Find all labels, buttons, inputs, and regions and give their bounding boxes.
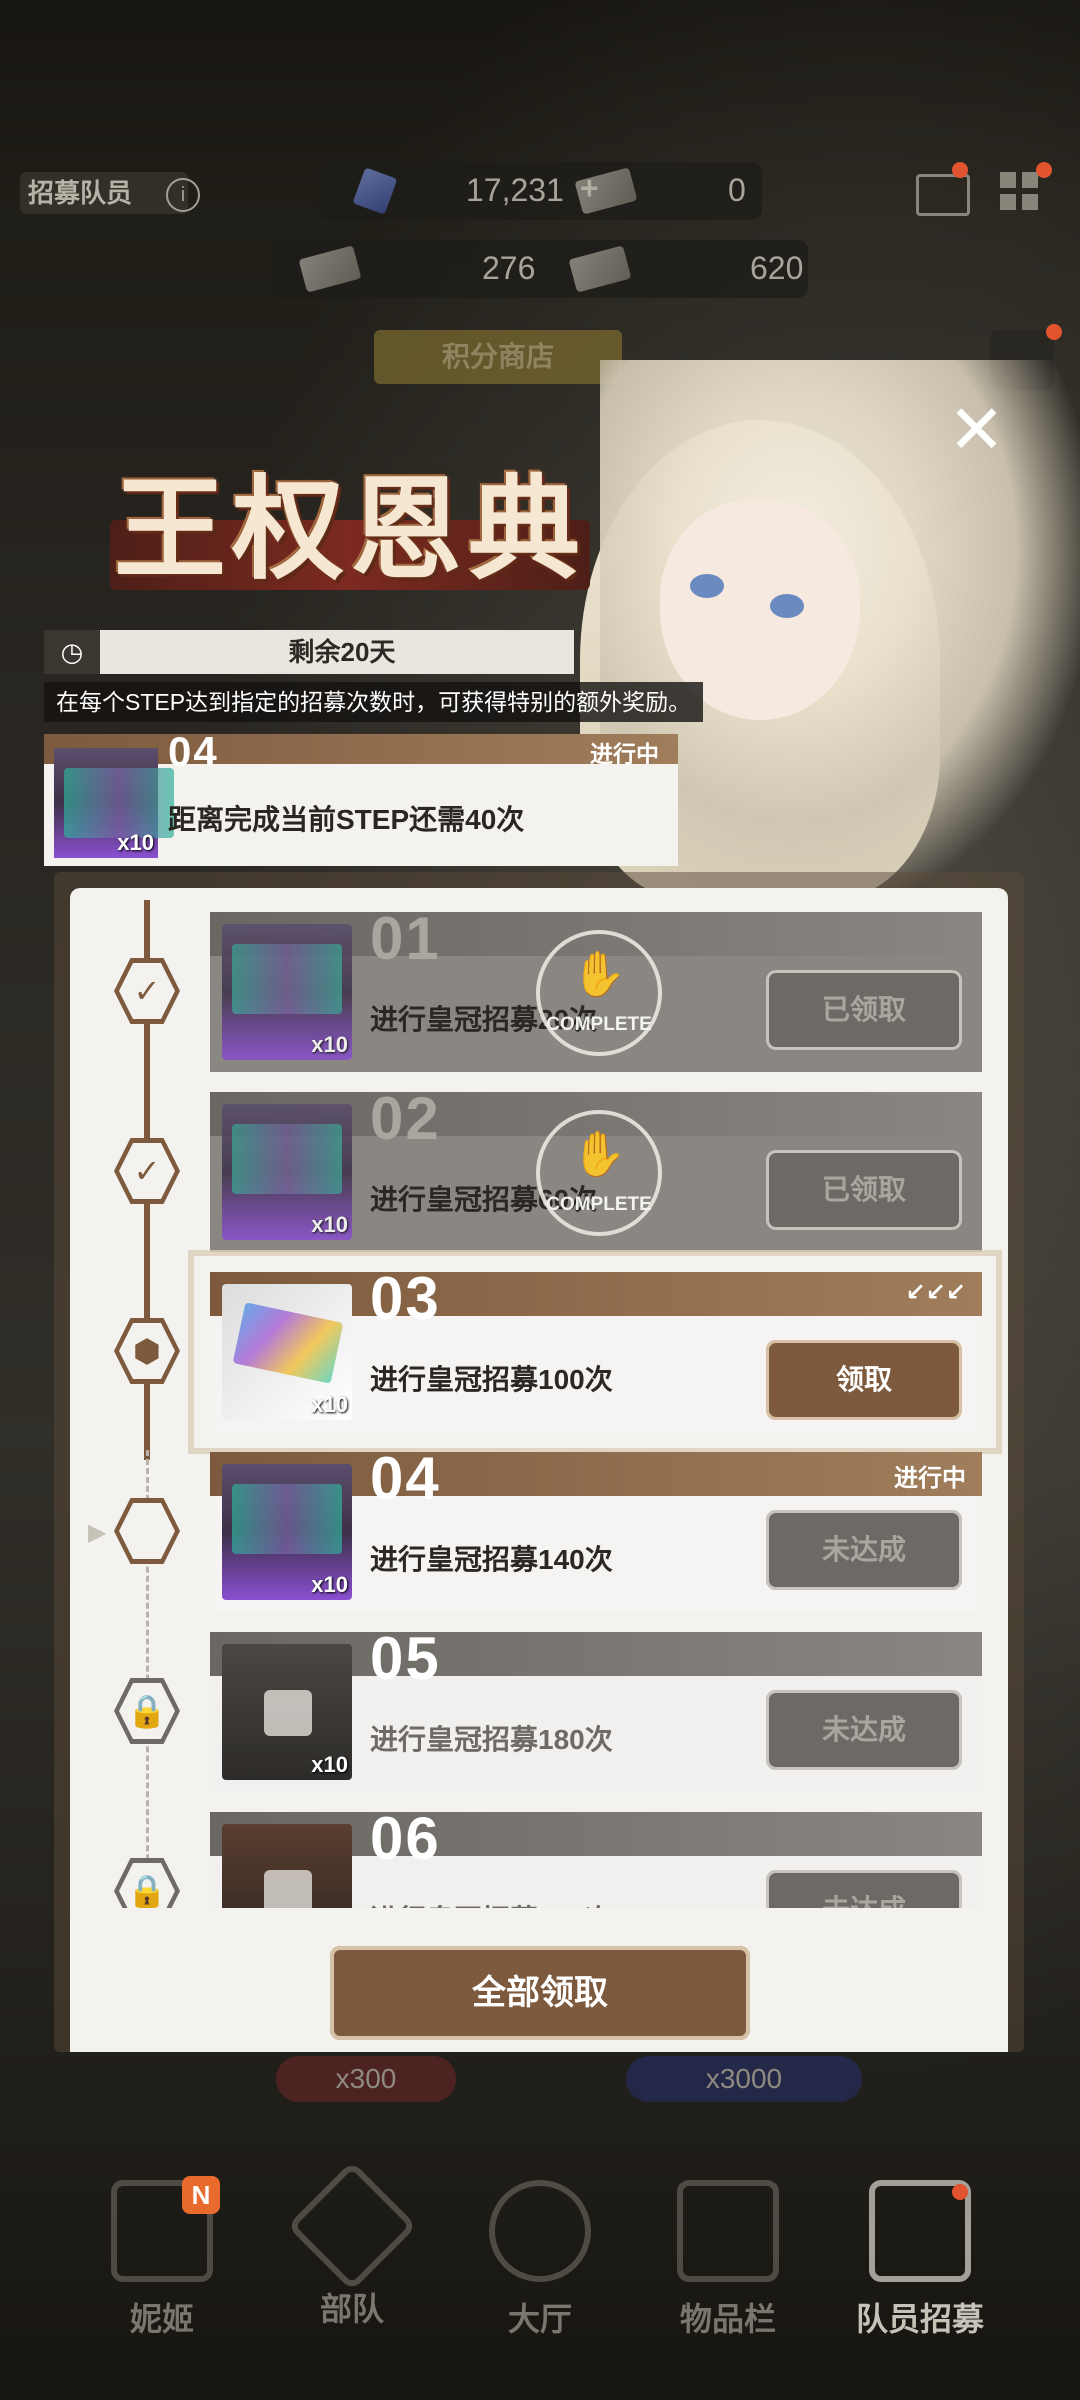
menu-grid-icon[interactable] <box>1000 172 1040 212</box>
nav-item-inventory[interactable]: 物品栏 <box>648 2180 808 2340</box>
close-button[interactable]: ✕ <box>948 396 1005 464</box>
step-number: 04 <box>370 1445 441 1512</box>
complete-stamp: ✋ COMPLETE <box>536 930 662 1056</box>
step-reward: x10 <box>222 1464 352 1600</box>
nav-label: 物品栏 <box>679 2301 776 2337</box>
not-achieved-button[interactable]: 未达成 <box>766 1690 962 1770</box>
diamond-icon <box>489 2180 591 2282</box>
step-reward: x10 <box>222 924 352 1060</box>
step-node-2: ✓ <box>114 1138 180 1204</box>
step-number: 02 <box>370 1085 441 1152</box>
menu-notification-dot <box>1036 162 1052 178</box>
step-row-3: x10 03 ↙↙↙ 进行皇冠招募100次 领取 <box>210 1265 982 1432</box>
claim-button[interactable]: 领取 <box>766 1340 962 1420</box>
currency-bar-top: 17,231 + 0 <box>318 162 762 220</box>
reward-quantity: x10 <box>311 1032 348 1057</box>
not-achieved-button[interactable]: 未达成 <box>766 1870 962 1912</box>
complete-stamp: ✋ COMPLETE <box>536 1110 662 1236</box>
clock-icon: ◷ <box>44 630 100 674</box>
character-right-eye <box>770 594 804 618</box>
current-step-reward: x10 <box>54 748 174 858</box>
step-arrows: ↙↙↙ <box>905 1279 966 1306</box>
days-remaining: 剩余20天 <box>288 637 396 667</box>
point-shop-button[interactable]: 积分商店 <box>374 330 622 384</box>
reward-quantity: x10 <box>311 1572 348 1597</box>
nav-item-squad[interactable]: 部队 <box>272 2160 432 2330</box>
step-row-6: x10 06 进行皇冠招募220次 未达成 <box>210 1812 982 1912</box>
nav-label: 妮姬 <box>129 2301 194 2337</box>
reward-quantity: x10 <box>311 1752 348 1777</box>
list-notification-dot <box>1046 324 1062 340</box>
event-description: 在每个STEP达到指定的招募次数时，可获得特别的额外奖励。 <box>44 682 704 722</box>
stamp-label: COMPLETE <box>546 1194 652 1215</box>
step-row-4: x10 04 进行中 进行皇冠招募140次 未达成 <box>210 1445 982 1612</box>
info-icon[interactable]: i <box>166 178 200 212</box>
recruit-notification-dot <box>952 2184 968 2200</box>
reward-quantity: x10 <box>117 830 154 855</box>
step-number: 01 <box>370 905 441 972</box>
step-reward: x10 <box>222 1284 352 1420</box>
mail-notification-dot <box>952 162 968 178</box>
step-row-2: x10 02 进行皇冠招募60次 ✋ COMPLETE 已领取 <box>210 1085 982 1252</box>
step-row-5: x10 05 进行皇冠招募180次 未达成 <box>210 1625 982 1792</box>
step-text: 进行皇冠招募180次 <box>370 1724 613 1755</box>
ticket-a-count: 276 <box>482 250 536 286</box>
nav-item-recruit[interactable]: 队员招募 <box>840 2180 1000 2340</box>
ticket-b-icon <box>568 245 632 293</box>
nav-label: 队员招募 <box>855 2301 984 2337</box>
character-left-eye <box>690 574 724 598</box>
mail-icon[interactable] <box>916 174 970 216</box>
step-number: 06 <box>370 1812 441 1872</box>
current-step-status: 进行中 <box>590 741 659 767</box>
step-reward: x10 <box>222 1824 352 1912</box>
recruit-cost-pill-2[interactable]: x3000 <box>626 2056 862 2102</box>
backpack-icon <box>677 2180 779 2282</box>
ticket-count: 0 <box>728 172 746 208</box>
step-row-1: x10 01 进行皇冠招募20次 ✋ COMPLETE 已领取 <box>210 905 982 1072</box>
step-node-3: ⬢ <box>114 1318 180 1384</box>
stamp-label: COMPLETE <box>546 1014 652 1035</box>
not-achieved-button[interactable]: 未达成 <box>766 1510 962 1590</box>
step-status: 进行中 <box>894 1465 966 1492</box>
gem-icon <box>352 167 398 215</box>
ticket-b-count: 620 <box>750 250 804 286</box>
event-logo: 王权恩典 <box>114 467 586 592</box>
step-node-5: 🔒 <box>114 1678 180 1744</box>
step-number: 03 <box>370 1265 441 1332</box>
new-badge: N <box>182 2176 220 2214</box>
claim-all-button[interactable]: 全部领取 <box>330 1946 750 2040</box>
claimed-button[interactable]: 已领取 <box>766 970 962 1050</box>
step-node-4 <box>114 1498 180 1564</box>
recruit-cost-pill-1[interactable]: x300 <box>276 2056 456 2102</box>
step-reward: x10 <box>222 1104 352 1240</box>
claimed-button[interactable]: 已领取 <box>766 1150 962 1230</box>
current-marker-icon: ▶ <box>88 1519 107 1546</box>
gem-count: 17,231 <box>466 172 564 208</box>
reward-quantity: x10 <box>311 1392 348 1417</box>
nav-item-lobby[interactable]: 大厅 <box>460 2180 620 2340</box>
step-node-1: ✓ <box>114 958 180 1024</box>
step-text: 进行皇冠招募140次 <box>370 1544 613 1575</box>
reward-quantity: x10 <box>311 1212 348 1237</box>
step-number: 05 <box>370 1625 441 1692</box>
squad-icon <box>286 2160 418 2292</box>
locked-reward-icon <box>222 1824 352 1912</box>
step-text: 进行皇冠招募100次 <box>370 1364 613 1395</box>
page-title: 招募队员 <box>20 172 188 214</box>
ticket-a-icon <box>298 245 362 293</box>
step-reward: x10 <box>222 1644 352 1780</box>
current-step-text: 距离完成当前STEP还需40次 <box>168 804 525 835</box>
nav-label: 部队 <box>319 2291 384 2327</box>
thumbs-up-icon: ✋ <box>571 1130 627 1179</box>
currency-bar-second: 276 620 <box>272 240 808 298</box>
thumbs-up-icon: ✋ <box>571 950 627 999</box>
nav-label: 大厅 <box>507 2301 572 2337</box>
current-step-number: 04 <box>168 728 219 775</box>
